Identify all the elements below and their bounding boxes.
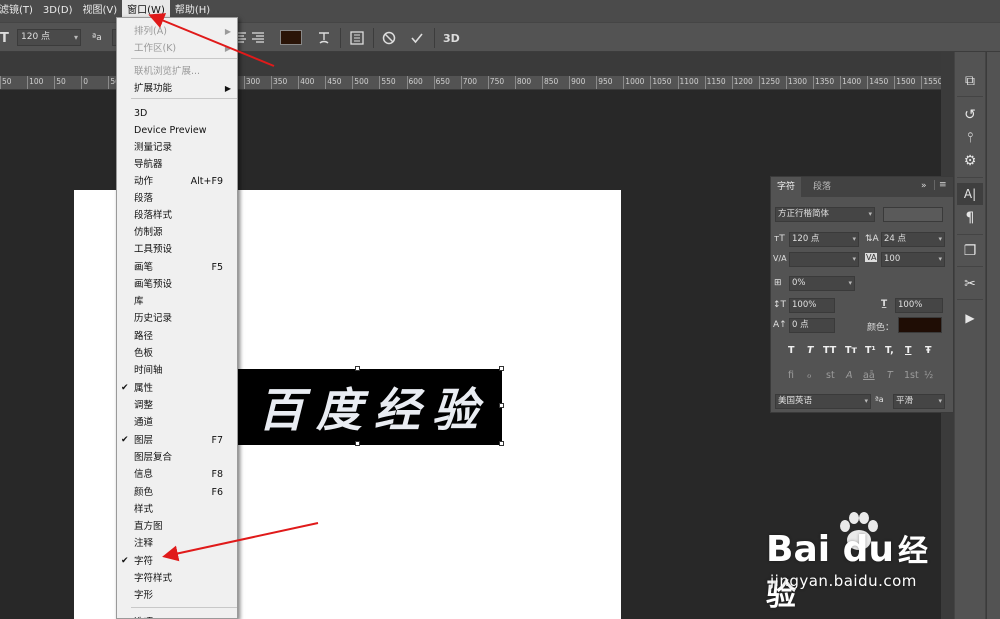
annotation-arrow-window-menu [148,13,275,67]
annotation-arrow-character-item [162,522,319,562]
watermark-url: jingyan.baidu.com [770,572,917,590]
baidu-jingyan-watermark: Bai du 经验 jingyan.baidu.com [766,512,946,613]
watermark-logo-latin: Bai du [766,529,895,570]
watermark-logo: Bai du 经验 [766,526,946,614]
